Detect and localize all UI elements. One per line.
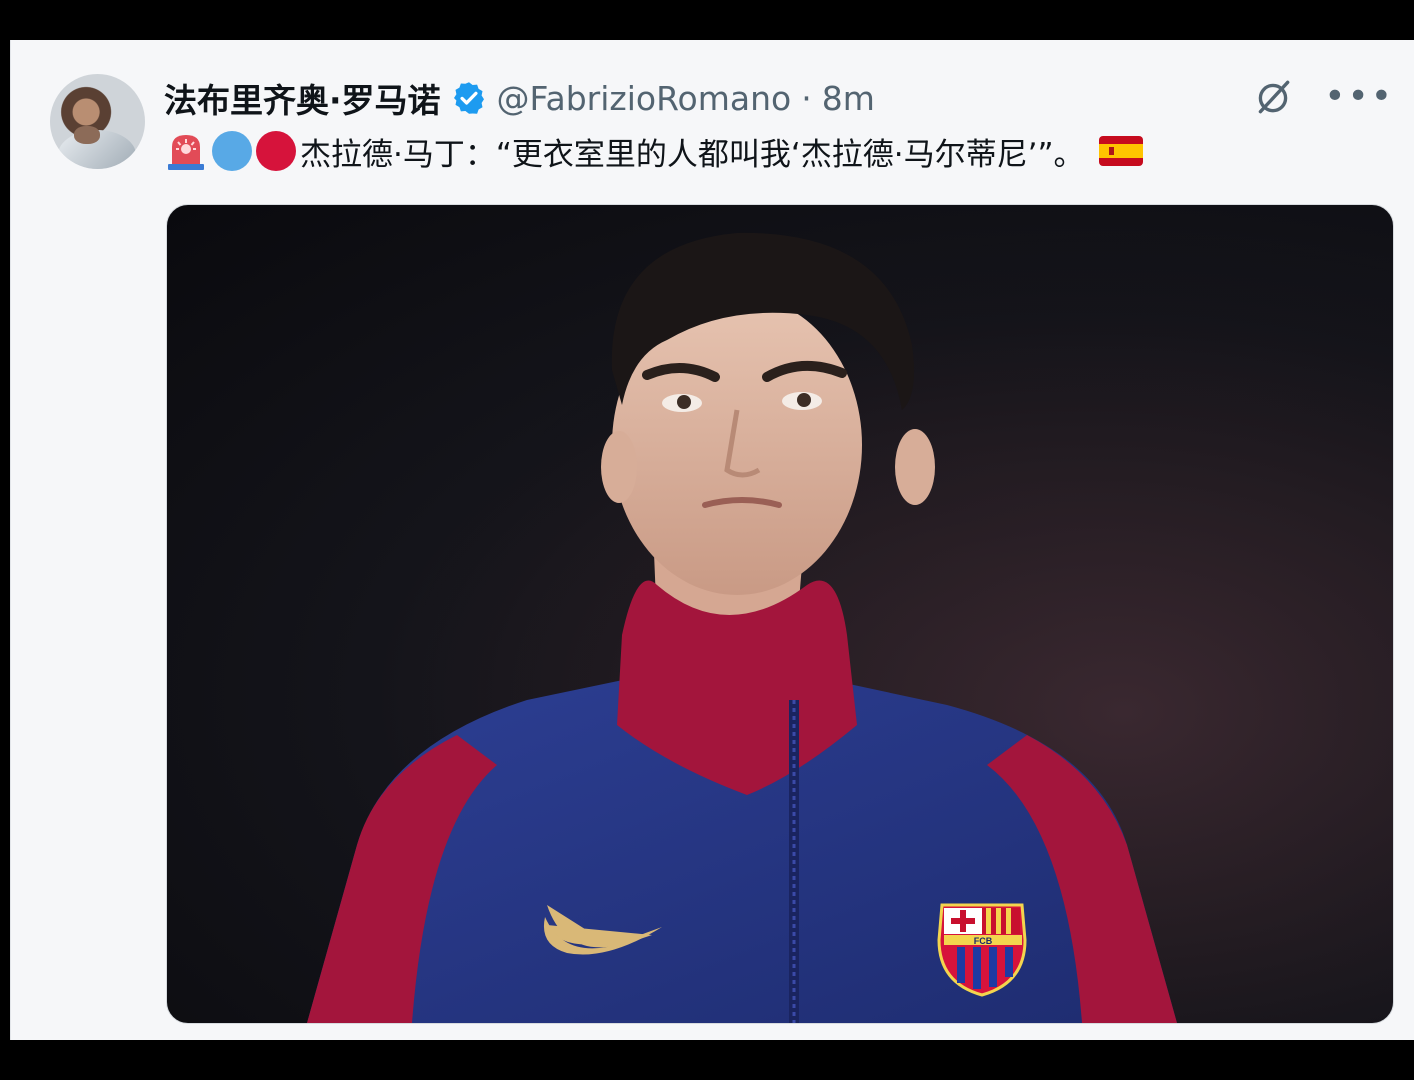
svg-text:FCB: FCB xyxy=(974,936,993,946)
post-time[interactable]: 8m xyxy=(822,79,875,118)
bottom-letterbox xyxy=(0,1040,1414,1080)
post-text: 杰拉德·马丁：“更衣室里的人都叫我‘杰拉德·马尔蒂尼’”。 xyxy=(300,136,1085,173)
avatar-hand xyxy=(74,126,100,144)
author-handle[interactable]: @FabrizioRomano xyxy=(497,79,792,118)
red-circle-icon xyxy=(256,131,296,171)
avatar[interactable] xyxy=(50,74,145,169)
more-options-icon[interactable]: ••• xyxy=(1324,79,1394,115)
grok-icon[interactable] xyxy=(1252,76,1294,118)
post-text-line: 杰拉德·马丁：“更衣室里的人都叫我‘杰拉德·马尔蒂尼’”。 xyxy=(164,128,1143,174)
verified-badge-icon xyxy=(453,82,484,114)
photo-illustration: FCB xyxy=(167,205,1393,1023)
post-tools: ••• xyxy=(1252,76,1394,118)
author-name[interactable]: 法布里齐奥·罗马诺 xyxy=(164,74,441,122)
meta-separator: · xyxy=(801,78,812,118)
post-header: 法布里齐奥·罗马诺 @FabrizioRomano · 8m xyxy=(164,74,875,122)
spain-flag-icon xyxy=(1098,136,1143,166)
post-media-photo[interactable]: FCB xyxy=(166,204,1394,1024)
blue-circle-icon xyxy=(212,131,252,171)
siren-icon xyxy=(168,135,204,170)
